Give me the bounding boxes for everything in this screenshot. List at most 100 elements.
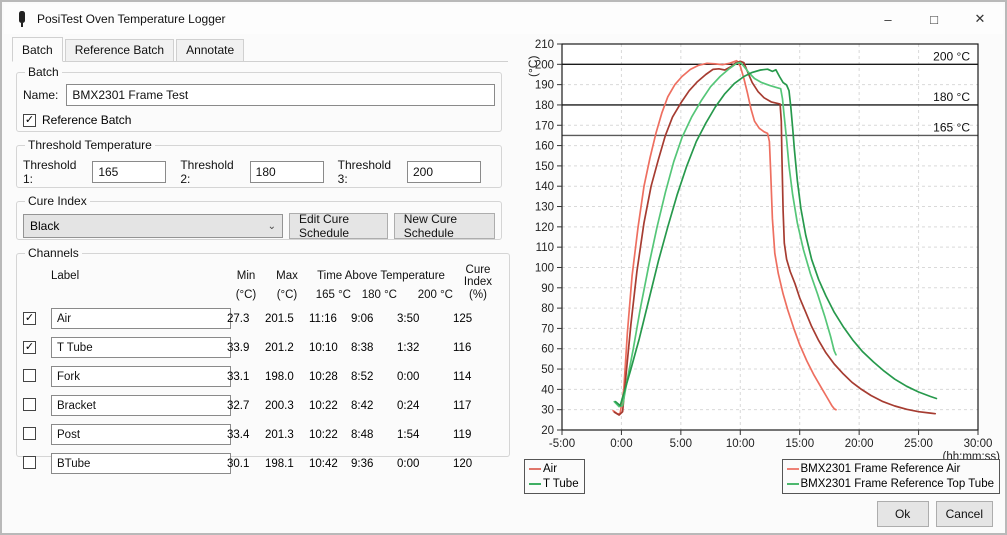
temperature-chart: 200 °C 180 °C 165 °C 20 30 40 50 60 70 80 90 100 110… [520,30,1007,463]
cure-index-group: Cure Index Black ⌄ Edit Cure Schedule Ne… [16,194,502,240]
channels-group: Channels Label Min Max Time Above Temper… [16,246,510,474]
channel-min: 32.7 [227,399,250,412]
window-controls: – □ ✕ [865,5,1003,33]
channel-checkbox[interactable] [23,397,36,411]
svg-text:210: 210 [535,39,554,51]
edit-cure-schedule-button[interactable]: Edit Cure Schedule [289,212,388,240]
cure-schedule-dropdown[interactable]: Black ⌄ [23,214,283,238]
batch-group: Batch Name: ✓ Reference Batch [16,65,502,132]
channel-cure-index: 120 [453,457,473,470]
svg-text:140: 140 [535,181,554,193]
channel-label-input[interactable] [51,366,231,387]
batch-name-input[interactable] [66,84,495,106]
svg-text:20: 20 [541,425,554,437]
app-window: PosiTest Oven Temperature Logger – □ ✕ B… [0,0,1007,535]
channel-checkbox[interactable] [23,426,36,440]
channel-checkbox[interactable]: ✓ [23,312,36,325]
maximize-button[interactable]: □ [911,5,957,33]
channel-time-165: 11:16 [309,312,337,325]
close-button[interactable]: ✕ [957,5,1003,33]
legend-label: BMX2301 Frame Reference Air [800,462,961,475]
channel-row: ✓ 27.3 201.5 11:16 9:06 3:50 125 [23,304,503,333]
channel-time-165: 10:22 [309,428,338,441]
threshold1-input[interactable] [92,161,167,183]
channel-max: 200.3 [265,399,294,412]
channels-header-row1: Label Min Max Time Above Temperature Cur… [23,264,503,288]
channel-label-input[interactable] [51,337,231,358]
threshold3-input[interactable] [406,161,481,183]
channel-time-200: 1:54 [397,428,420,441]
threshold1-label: Threshold 1: [23,158,77,186]
channels-group-label: Channels [28,246,79,260]
legend-swatch [529,482,541,485]
channel-label-input[interactable] [51,395,231,416]
chevron-down-icon: ⌄ [267,220,276,232]
channel-min: 27.3 [227,312,250,325]
col-max-unit: (°C) [276,289,298,301]
svg-text:70: 70 [541,323,554,335]
channel-checkbox[interactable]: ✓ [23,341,36,354]
svg-text:0:00: 0:00 [610,438,632,450]
channel-time-180: 8:48 [351,428,374,441]
reference-batch-checkbox[interactable]: ✓ [23,113,36,127]
channel-checkbox[interactable] [23,455,36,469]
col-max: Max [276,270,298,282]
tab-annotate[interactable]: Annotate [176,39,245,61]
channel-label-input[interactable] [51,424,231,445]
threshold2-input[interactable] [249,161,324,183]
legend-entry: BMX2301 Frame Reference Top Tube [786,476,994,491]
col-cure-index: Cure Index [463,264,493,288]
y-axis-label: (°C) [526,56,540,77]
channel-time-165: 10:10 [309,341,338,354]
channel-min: 30.1 [227,457,250,470]
channel-label-input[interactable] [51,453,231,474]
svg-text:160: 160 [535,141,554,153]
channel-time-200: 3:50 [397,312,420,325]
svg-text:190: 190 [535,80,554,92]
svg-text:5:00: 5:00 [670,438,692,450]
svg-text:120: 120 [535,222,554,234]
channel-cure-index: 114 [453,370,472,383]
col-165: 165 °C [315,289,351,301]
col-min-unit: (°C) [235,289,257,301]
col-180: 180 °C [361,289,397,301]
col-200: 200 °C [417,289,453,301]
threshold-label: 200 °C [933,49,970,63]
svg-text:100: 100 [535,262,554,274]
new-cure-schedule-button[interactable]: New Cure Schedule [393,212,495,240]
channel-row: 30.1 198.1 10:42 9:36 0:00 120 [23,449,503,478]
threshold-group: Threshold Temperature Threshold 1: Thres… [16,138,502,188]
app-icon [19,11,25,27]
channel-time-200: 1:32 [397,341,420,354]
channel-min: 33.1 [227,370,250,383]
threshold-label: 165 °C [933,120,970,134]
channel-time-165: 10:22 [309,399,338,412]
channel-time-200: 0:24 [397,399,420,412]
legend-entry: BMX2301 Frame Reference Air [786,461,994,476]
svg-text:10:00: 10:00 [726,438,755,450]
col-cure-unit: (%) [469,289,487,301]
minimize-button[interactable]: – [865,5,911,33]
channel-time-180: 8:38 [351,341,374,354]
channel-min: 33.4 [227,428,250,441]
tab-batch[interactable]: Batch [12,37,63,62]
threshold3-label: Threshold 3: [337,158,392,186]
channel-max: 201.2 [265,341,294,354]
channel-checkbox[interactable] [23,368,36,382]
threshold2-label: Threshold 2: [180,158,234,186]
svg-text:30: 30 [541,405,554,417]
cancel-button[interactable]: Cancel [935,501,993,527]
ok-button[interactable]: Ok [876,501,929,527]
footer: Ok Cancel [876,501,993,527]
channel-cure-index: 125 [453,312,473,325]
batch-group-label: Batch [28,65,59,79]
svg-text:110: 110 [536,242,554,254]
chart-legend-reference: BMX2301 Frame Reference Air BMX2301 Frame… [781,459,1000,494]
svg-text:60: 60 [541,344,554,356]
channel-max: 198.0 [265,370,294,383]
legend-label: Air [543,462,558,475]
channel-label-input[interactable] [51,308,231,329]
legend-label: BMX2301 Frame Reference Top Tube [800,477,994,490]
tab-reference-batch[interactable]: Reference Batch [64,39,175,61]
legend-entry: T Tube [529,476,579,491]
